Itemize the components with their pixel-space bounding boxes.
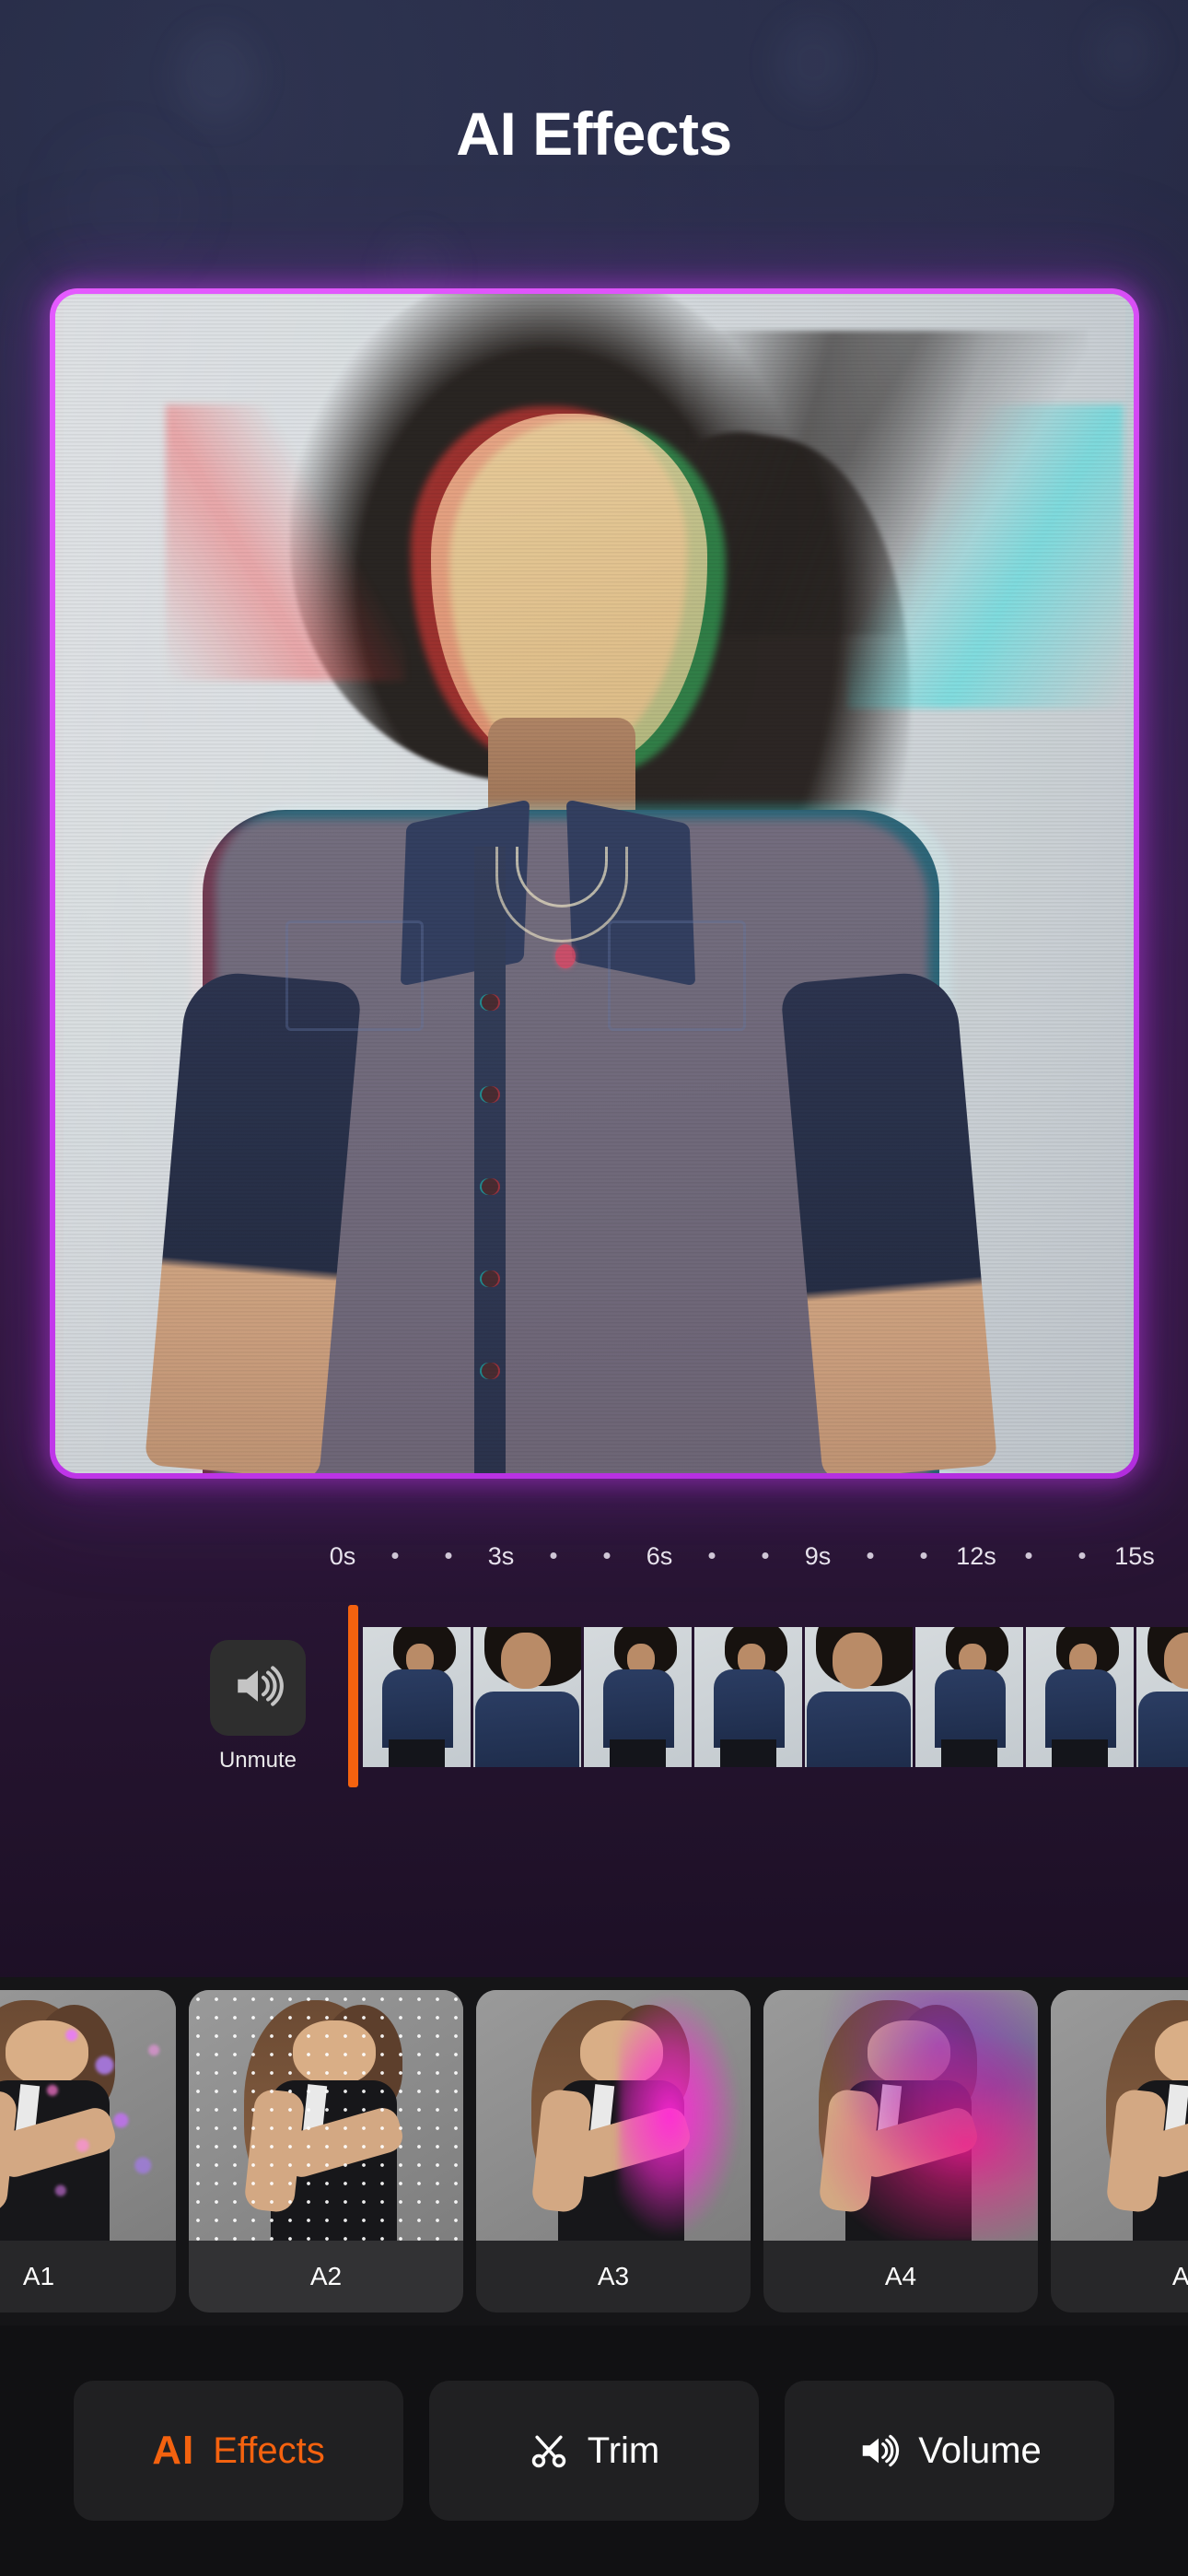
- filmstrip-frame[interactable]: [473, 1627, 581, 1767]
- ruler-tick-label: 3s: [487, 1541, 515, 1570]
- scissors-icon: [529, 2430, 569, 2471]
- ruler-tick-dot: [762, 1552, 769, 1559]
- ruler-tick-dot: [391, 1552, 399, 1559]
- video-preview-surface[interactable]: [55, 294, 1134, 1473]
- ruler-tick-dot: [603, 1552, 611, 1559]
- trim-tool-label: Trim: [587, 2430, 660, 2471]
- effect-thumbnail: [763, 1990, 1038, 2241]
- ruler-tick-dot: [920, 1552, 927, 1559]
- ruler-tick-dot: [550, 1552, 557, 1559]
- trim-tool-button[interactable]: Trim: [429, 2381, 759, 2521]
- ruler-tick-dot: [1078, 1552, 1086, 1559]
- effect-card[interactable]: A2: [189, 1990, 463, 2313]
- ruler-tick-dot: [445, 1552, 452, 1559]
- effects-tool-label: Effects: [213, 2430, 325, 2471]
- effects-tool-button[interactable]: AI Effects: [74, 2381, 403, 2521]
- speaker-on-icon: [857, 2430, 900, 2472]
- timeline-ruler-track: 0s 3s 6s 9s 12s 15s: [330, 1529, 1188, 1583]
- ruler-tick-label: 12s: [956, 1541, 996, 1570]
- filmstrip-frame[interactable]: [915, 1627, 1023, 1767]
- effects-carousel-panel: A1 A2 A3 A4 A5: [0, 1977, 1188, 2325]
- effect-thumbnail: [1051, 1990, 1188, 2241]
- unmute-button[interactable]: [210, 1640, 306, 1736]
- ruler-tick-label: 15s: [1114, 1541, 1155, 1570]
- filmstrip-frame[interactable]: [1136, 1627, 1188, 1767]
- ruler-tick-label: 9s: [804, 1541, 832, 1570]
- effect-thumbnail: [476, 1990, 751, 2241]
- filmstrip-frame[interactable]: [363, 1627, 471, 1767]
- volume-tool-label: Volume: [918, 2430, 1042, 2471]
- ruler-tick-dot: [867, 1552, 874, 1559]
- ai-icon: AI: [152, 2428, 195, 2473]
- ruler-tick-dot: [708, 1552, 716, 1559]
- effect-thumbnail: [189, 1990, 463, 2241]
- decorative-blob: [774, 18, 853, 107]
- timeline-ruler: 0s 3s 6s 9s 12s 15s: [0, 1529, 1188, 1583]
- filmstrip-frame[interactable]: [694, 1627, 802, 1767]
- decorative-blob: [1091, 17, 1156, 88]
- volume-tool-button[interactable]: Volume: [785, 2381, 1114, 2521]
- effect-card[interactable]: A3: [476, 1990, 751, 2313]
- filmstrip-frame[interactable]: [1026, 1627, 1134, 1767]
- ruler-tick-dot: [1025, 1552, 1032, 1559]
- filmstrip-frame[interactable]: [584, 1627, 692, 1767]
- preview-frame-image: [55, 294, 1134, 1473]
- effect-label: A5: [1171, 2262, 1188, 2290]
- effect-label: A1: [22, 2262, 55, 2290]
- effect-card[interactable]: A5: [1051, 1990, 1188, 2313]
- ruler-tick-label: 0s: [329, 1541, 356, 1570]
- clip-filmstrip[interactable]: [363, 1627, 1188, 1767]
- bottom-toolbar: AI Effects Trim Volume: [0, 2325, 1188, 2576]
- toolbar-buttons: AI Effects Trim Volume: [0, 2381, 1188, 2521]
- effect-label: A4: [884, 2262, 917, 2290]
- effect-thumbnail: [0, 1990, 176, 2241]
- effect-card[interactable]: A1: [0, 1990, 176, 2313]
- effects-list[interactable]: A1 A2 A3 A4 A5: [0, 1990, 1188, 2313]
- speaker-on-icon: [231, 1659, 285, 1717]
- unmute-button-label: Unmute: [218, 1748, 297, 1773]
- filmstrip-frame[interactable]: [805, 1627, 913, 1767]
- page-title: AI Effects: [456, 100, 732, 168]
- app-screen: AI Effects 0s 3s 6s 9s 12s 15s Unmute A1…: [0, 0, 1188, 2576]
- video-preview-card[interactable]: [50, 288, 1139, 1479]
- effect-card[interactable]: A4: [763, 1990, 1038, 2313]
- effect-label: A3: [597, 2262, 630, 2290]
- timeline-playhead[interactable]: [348, 1605, 358, 1787]
- ruler-tick-label: 6s: [646, 1541, 673, 1570]
- effect-label: A2: [309, 2262, 343, 2290]
